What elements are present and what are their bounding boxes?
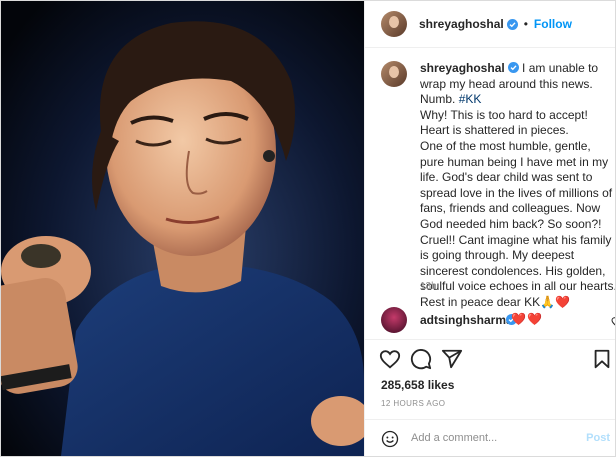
comments-area: shreyaghoshal I am unable to wrap my hea… [365,48,616,338]
post-side-panel: shreyaghoshal • Follow shreyaghoshal I a… [364,1,616,456]
caption-time[interactable]: 13h [420,281,437,292]
post-image [1,1,364,456]
comment-input[interactable] [411,429,571,447]
verified-icon [506,18,518,30]
caption-body-rest: Why! This is too hard to accept! Heart i… [420,107,616,309]
save-icon[interactable] [591,348,613,370]
post-window: shreyaghoshal • Follow shreyaghoshal I a… [0,0,616,457]
caption-text: shreyaghoshal I am unable to wrap my hea… [420,61,616,311]
commenter-avatar[interactable] [381,307,407,333]
comment-icon[interactable] [410,348,432,370]
caption-avatar[interactable] [381,61,407,87]
comment-item: adtsinghsharma ❤️❤️ [381,307,615,333]
post-photo[interactable] [1,1,364,456]
action-bar [365,339,615,372]
comment-text: ❤️❤️ [511,312,543,326]
follow-button[interactable]: Follow [534,17,572,31]
post-header: shreyaghoshal • Follow [365,1,615,48]
add-comment-bar: Post [365,419,615,456]
commenter-username[interactable]: adtsinghsharma [420,313,513,327]
emoji-icon[interactable] [381,430,399,448]
like-icon[interactable] [379,348,401,370]
author-username[interactable]: shreyaghoshal [419,17,504,31]
verified-icon [507,62,519,73]
likes-count[interactable]: 285,658 likes [381,378,454,392]
post-comment-button[interactable]: Post [586,432,610,444]
caption-username[interactable]: shreyaghoshal [420,61,505,75]
comment-like-icon[interactable] [611,316,616,328]
hashtag-link[interactable]: #KK [459,92,482,106]
share-icon[interactable] [441,348,463,370]
header-separator: • [523,17,528,31]
author-avatar[interactable] [381,11,407,37]
posted-time[interactable]: 12 HOURS AGO [381,399,445,408]
